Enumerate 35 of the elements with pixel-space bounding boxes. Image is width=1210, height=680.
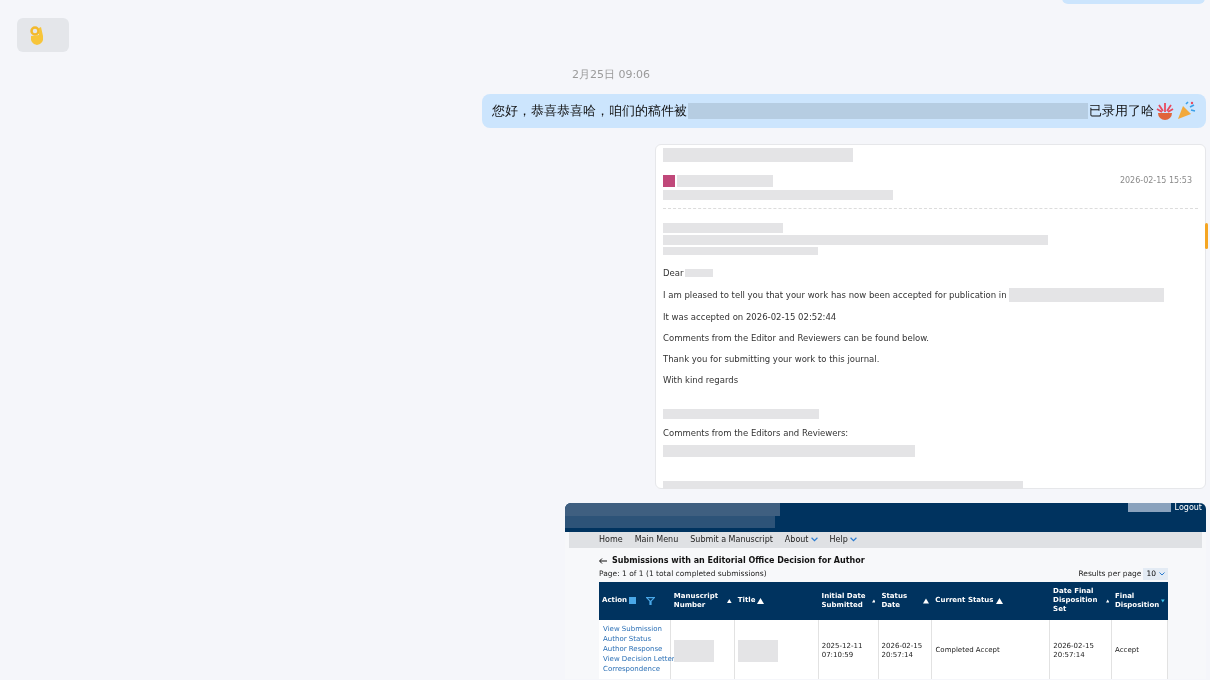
- nav-link[interactable]: Main Menu: [634, 534, 679, 545]
- email-text: Thank you for submitting your work to this journal.: [663, 352, 880, 365]
- nav-link[interactable]: Home: [599, 534, 623, 545]
- email-text: Comments from the Editors and Reviewers:: [663, 426, 850, 439]
- email-text: Comments from the Editor and Reviewers can be found below.: [663, 331, 930, 344]
- message-text: 您好，恭喜恭喜哈，咱们的稿件被: [492, 101, 687, 120]
- sort-ascending-icon[interactable]: [1105, 597, 1109, 604]
- sort-ascending-icon[interactable]: [995, 597, 1003, 604]
- email-text: Dear: [663, 266, 684, 279]
- logout-link[interactable]: Logout: [1174, 502, 1202, 513]
- filter-icon[interactable]: [646, 596, 656, 605]
- checkbox-icon[interactable]: [629, 597, 637, 604]
- nav-link[interactable]: Help: [829, 534, 857, 545]
- confetti-ball-icon: [1155, 100, 1175, 121]
- message-time: 2月25日 09:06: [571, 67, 651, 83]
- nav-link[interactable]: Submit a Manuscript: [690, 534, 773, 545]
- email-timestamp: 2026-02-15 15:53: [1119, 174, 1192, 187]
- party-popper-icon: [1176, 100, 1196, 121]
- redacted-block: [1127, 502, 1171, 512]
- message-text: 已录用了哈: [1089, 101, 1154, 120]
- redacted-block: [737, 639, 778, 662]
- email-text: With kind regards: [663, 373, 739, 386]
- sort-ascending-icon[interactable]: [871, 597, 876, 604]
- sort-ascending-icon[interactable]: [757, 597, 765, 604]
- sort-ascending-icon[interactable]: [923, 597, 930, 604]
- chevron-down-icon: [1159, 571, 1165, 576]
- scroll-indicator: [1205, 222, 1208, 249]
- redacted-block: [674, 639, 714, 662]
- sort-ascending-icon[interactable]: [727, 597, 732, 604]
- email-text: It was accepted on 2026-02-15 02:52:44: [663, 310, 837, 323]
- email-text: I am pleased to tell you that your work has now been accepted for publication in: [663, 288, 1007, 301]
- nav-link[interactable]: About: [784, 534, 818, 545]
- page-heading: Submissions with an Editorial Office Decision for Author: [612, 555, 865, 566]
- avatar-block: [663, 174, 675, 187]
- back-arrow-icon[interactable]: [599, 557, 607, 564]
